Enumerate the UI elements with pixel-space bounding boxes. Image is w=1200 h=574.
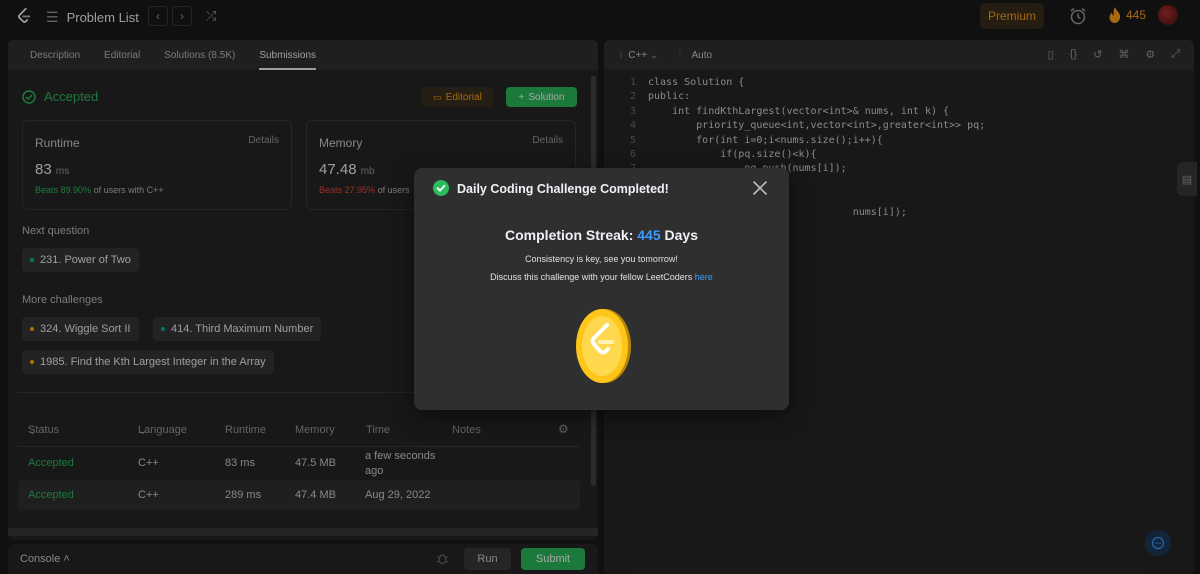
close-icon[interactable] xyxy=(752,180,768,196)
discuss-link[interactable]: here xyxy=(695,272,713,282)
streak-value: 445 xyxy=(637,227,661,243)
check-circle-icon xyxy=(433,180,449,196)
streak-label: Completion Streak: xyxy=(505,227,634,243)
completion-streak: Completion Streak: 445 Days xyxy=(414,227,789,243)
discuss-text: Discuss this challenge with your fellow … xyxy=(490,272,693,282)
discuss-message: Discuss this challenge with your fellow … xyxy=(414,272,789,282)
modal-title: Daily Coding Challenge Completed! xyxy=(457,182,669,196)
consistency-message: Consistency is key, see you tomorrow! xyxy=(525,254,678,264)
streak-unit: Days xyxy=(664,227,698,243)
daily-challenge-modal: Daily Coding Challenge Completed! Comple… xyxy=(414,168,789,410)
leetcode-coin-icon xyxy=(576,309,631,383)
